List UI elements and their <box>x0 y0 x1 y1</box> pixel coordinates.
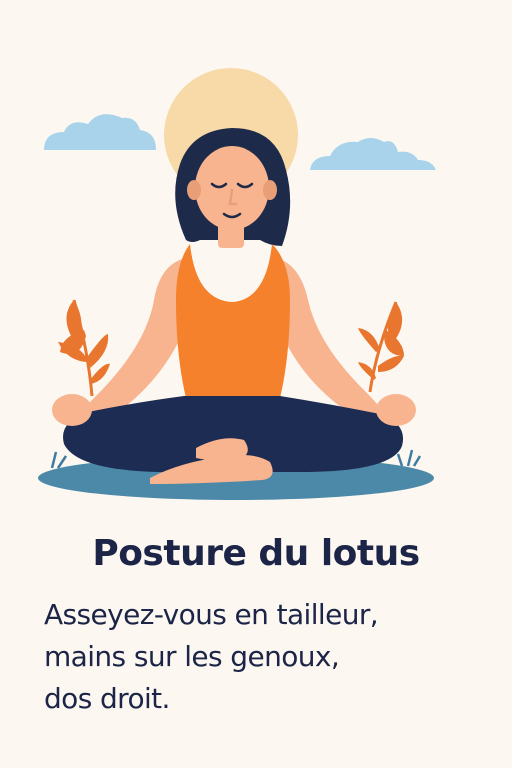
hand-left <box>52 394 92 426</box>
description-line: mains sur les genoux, <box>44 640 340 673</box>
pose-description: Asseyez-vous en tailleur, mains sur les … <box>44 594 484 720</box>
tank-top <box>176 244 290 398</box>
cloud-icon-left <box>44 114 156 150</box>
yoga-illustration <box>38 68 436 500</box>
leaf-icon-left <box>58 299 110 397</box>
hand-right <box>376 394 416 426</box>
cloud-icon-right <box>310 138 436 170</box>
description-line: dos droit. <box>44 682 170 715</box>
leaf-icon-right <box>358 301 404 393</box>
pose-title: Posture du lotus <box>92 533 420 574</box>
description-line: Asseyez-vous en tailleur, <box>44 598 379 631</box>
